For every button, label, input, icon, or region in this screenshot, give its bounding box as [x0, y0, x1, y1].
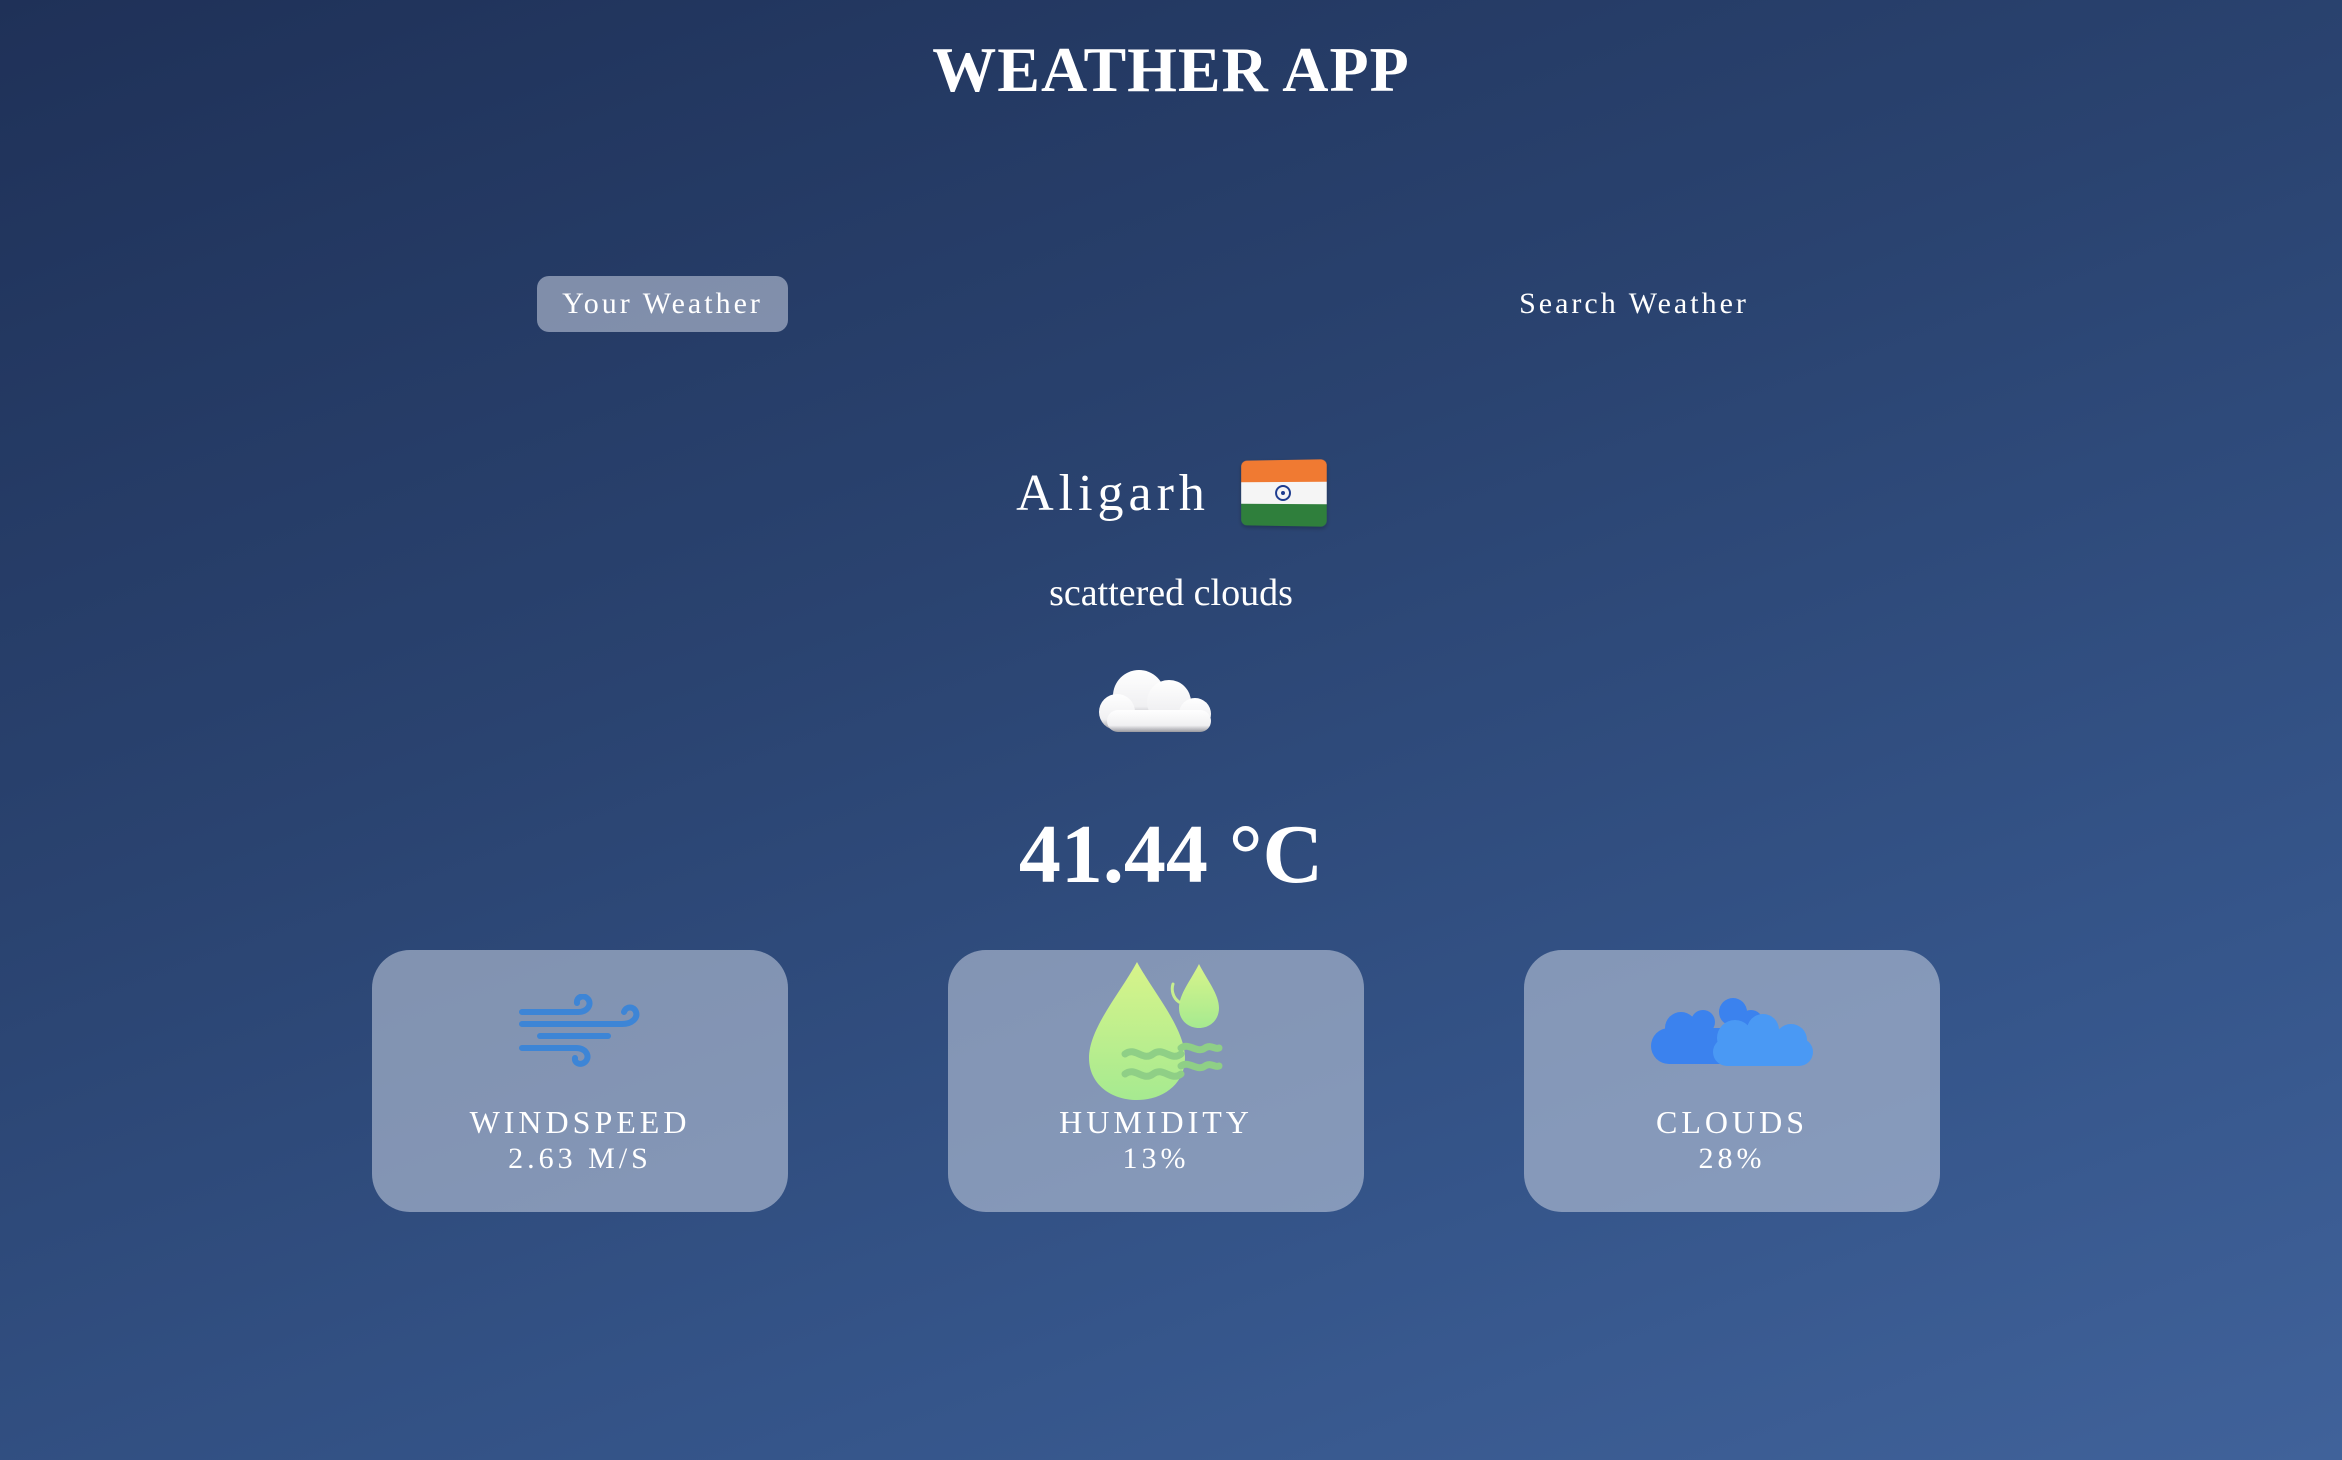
location-row: Aligarh — [0, 448, 2342, 538]
clouds-label: CLOUDS — [1655, 1104, 1808, 1140]
weather-description: scattered clouds — [1049, 572, 1293, 614]
clouds-value: 28% — [1698, 1142, 1766, 1175]
tab-search-weather[interactable]: Search Weather — [1494, 276, 1774, 332]
india-flag-icon — [1241, 459, 1327, 527]
cloud-icon — [1099, 670, 1211, 732]
city-name: Aligarh — [1016, 464, 1210, 522]
humidity-icon — [1089, 962, 1223, 1100]
wind-icon — [519, 994, 640, 1067]
humidity-value: 13% — [1122, 1142, 1190, 1175]
temperature-value: 41.44 °C — [1018, 808, 1324, 901]
humidity-label: HUMIDITY — [1059, 1104, 1253, 1140]
windspeed-label: WINDSPEED — [469, 1104, 691, 1140]
tab-your-weather[interactable]: Your Weather — [537, 276, 788, 332]
app-title: WEATHER APP — [932, 34, 1410, 105]
windspeed-card: WINDSPEED 2.63 M/S — [372, 950, 788, 1212]
tab-bar: Your Weather Search Weather — [0, 276, 2342, 332]
humidity-card: HUMIDITY 13% — [948, 950, 1364, 1212]
windspeed-value: 2.63 M/S — [508, 1142, 652, 1175]
clouds-icon — [1651, 998, 1813, 1066]
clouds-card: CLOUDS 28% — [1524, 950, 1940, 1212]
